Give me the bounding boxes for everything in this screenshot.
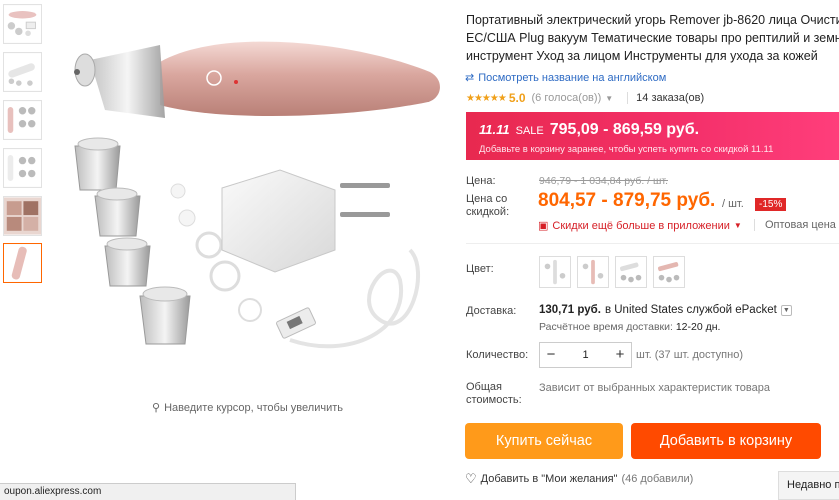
decrease-quantity-button[interactable]: − bbox=[540, 343, 562, 367]
thumbnail-1[interactable] bbox=[3, 4, 42, 44]
color-swatches bbox=[539, 256, 685, 288]
old-price: 946,79 - 1 034,84 руб. / шт. bbox=[539, 175, 668, 187]
divider bbox=[627, 92, 629, 104]
section-divider bbox=[466, 243, 839, 244]
thumbnail-4[interactable] bbox=[3, 148, 42, 188]
sale-price: 795,09 - 869,59 руб. bbox=[549, 121, 700, 138]
discount-price-label: Цена со скидкой: bbox=[466, 193, 510, 218]
recently-viewed-tab[interactable]: Недавно п bbox=[778, 471, 839, 500]
quantity-input[interactable]: 1 bbox=[562, 349, 609, 361]
add-to-cart-button[interactable]: Добавить в корзину bbox=[631, 423, 821, 459]
zoom-hint: ⚲ Наведите курсор, чтобы увеличить bbox=[152, 401, 343, 415]
heart-icon: ♡ bbox=[465, 471, 477, 486]
phone-icon: ▣ bbox=[538, 220, 549, 232]
thumbnail-2[interactable] bbox=[3, 52, 42, 92]
votes-count[interactable]: (6 голоса(ов)) bbox=[532, 92, 602, 104]
shipping-destination: в United States службой ePacket bbox=[604, 304, 777, 316]
buy-now-button[interactable]: Купить сейчас bbox=[465, 423, 623, 459]
orders-count: 14 заказа(ов) bbox=[636, 92, 705, 104]
main-product-image[interactable] bbox=[50, 0, 450, 392]
translate-icon: ⇄ bbox=[465, 72, 475, 84]
thumbnail-5[interactable] bbox=[3, 196, 42, 236]
wholesale-price-link[interactable]: Оптовая цена bbox=[754, 219, 836, 231]
chevron-down-icon[interactable]: ▼ bbox=[605, 94, 613, 103]
sale-tag: SALE bbox=[515, 125, 544, 137]
rating-stars-icon: ★★★★★ bbox=[466, 92, 507, 104]
shipping-info[interactable]: 130,71 руб. в United States службой ePac… bbox=[539, 304, 792, 316]
price-unit: / шт. bbox=[722, 198, 744, 210]
thumbnail-3[interactable] bbox=[3, 100, 42, 140]
color-swatch-3[interactable] bbox=[615, 256, 647, 288]
add-to-wishlist-link[interactable]: ♡ Добавить в "Мои желания" (46 добавили) bbox=[465, 471, 693, 487]
app-promo-link[interactable]: ▣ Скидки ещё больше в приложении ▼ bbox=[538, 219, 742, 233]
increase-quantity-button[interactable]: + bbox=[609, 343, 631, 367]
magnifier-icon: ⚲ bbox=[152, 402, 161, 414]
rating-row: ★★★★★ 5.0 (6 голоса(ов)) ▼ 14 заказа(ов) bbox=[466, 91, 704, 105]
rating-value: 5.0 bbox=[508, 91, 526, 105]
sale-badge: 11.11 bbox=[479, 122, 510, 137]
quantity-label: Количество: bbox=[466, 349, 529, 361]
color-label: Цвет: bbox=[466, 263, 494, 275]
chevron-down-icon[interactable]: ▼ bbox=[780, 304, 792, 316]
discount-price: 804,57 - 879,75 руб. bbox=[538, 190, 716, 211]
shipping-label: Доставка: bbox=[466, 305, 517, 317]
color-swatch-2[interactable] bbox=[577, 256, 609, 288]
translate-title-link[interactable]: ⇄ Посмотреть название на английском bbox=[465, 71, 666, 85]
total-note: Зависит от выбранных характеристик товар… bbox=[539, 382, 770, 394]
color-swatch-4[interactable] bbox=[653, 256, 685, 288]
total-label: Общая стоимость: bbox=[466, 381, 522, 406]
chevron-down-icon: ▼ bbox=[733, 221, 742, 230]
quantity-available: шт. (37 шт. доступно) bbox=[636, 349, 743, 361]
color-swatch-1[interactable] bbox=[539, 256, 571, 288]
discount-badge: -15% bbox=[755, 198, 787, 211]
sale-subtitle: Добавьте в корзину заранее, чтобы успеть… bbox=[479, 144, 774, 155]
thumbnail-6[interactable] bbox=[3, 243, 42, 283]
shipping-cost: 130,71 руб. bbox=[539, 304, 601, 316]
quantity-stepper: − 1 + bbox=[539, 342, 632, 368]
price-label: Цена: bbox=[466, 175, 496, 187]
delivery-time: Расчётное время доставки: 12-20 дн. bbox=[539, 321, 721, 333]
browser-status-bar: oupon.aliexpress.com bbox=[0, 483, 296, 500]
product-title: Портативный электрический угорь Remover … bbox=[466, 13, 839, 63]
sale-banner: 11.11 SALE 795,09 - 869,59 руб. Добавьте… bbox=[466, 112, 839, 160]
